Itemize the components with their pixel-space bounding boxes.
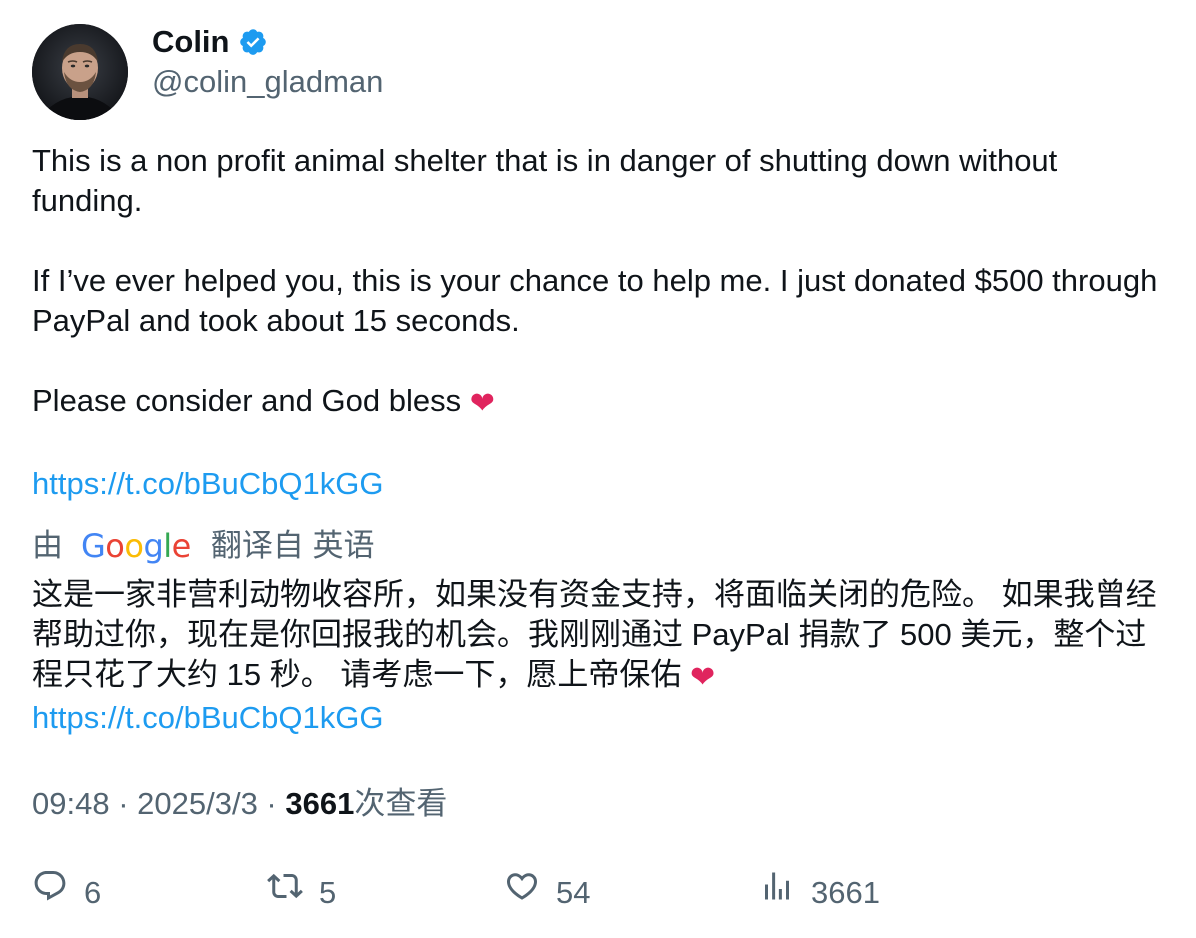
like-count: 54 [556,875,591,910]
verified-badge-icon [238,27,268,57]
heart-icon [504,868,540,918]
author-handle[interactable]: @colin_gladman [152,62,383,102]
translation-prefix: 由 [32,528,63,563]
analytics-icon [759,868,795,918]
heart-emoji-icon: ❤ [469,387,495,420]
translation-attribution: 由 Google 翻译自 英语 [32,526,374,566]
reply-count: 6 [84,875,102,910]
views-button[interactable]: 3661 [759,868,880,918]
avatar-image [32,24,128,120]
translated-paragraph: 这是一家非营利动物收容所，如果没有资金支持，将面临关闭的危险。 如果我曾经帮助过… [32,575,1172,698]
avatar[interactable] [32,24,128,120]
meta-separator-2: · [257,786,286,821]
tweet-paragraph-3: Please consider and God bless ❤ [32,381,1167,424]
tweet-link[interactable]: https://t.co/bBuCbQ1kGG [32,466,384,501]
tweet-paragraph-3-text: Please consider and God bless [32,383,462,418]
views-count: 3661 [285,786,355,821]
retweet-button[interactable]: 5 [267,868,336,918]
tweet-date[interactable]: 2025/3/3 [137,786,258,821]
tweet-body: This is a non profit animal shelter that… [32,141,1167,504]
translated-text: 这是一家非营利动物收容所，如果没有资金支持，将面临关闭的危险。 如果我曾经帮助过… [32,575,1172,738]
display-name[interactable]: Colin [152,22,230,62]
translated-body: 这是一家非营利动物收容所，如果没有资金支持，将面临关闭的危险。 如果我曾经帮助过… [32,577,1157,692]
views-label: 次查看 [354,786,448,821]
reply-icon [32,868,68,918]
views-action-count: 3661 [811,875,880,910]
reply-button[interactable]: 6 [32,868,101,918]
google-logo-icon[interactable]: Google [81,526,191,566]
tweet-time[interactable]: 09:48 [32,786,110,821]
tweet-paragraph-2: If I’ve ever helped you, this is your ch… [32,263,1166,338]
tweet-paragraph-1: This is a non profit animal shelter that… [32,143,1066,218]
tweet-card: Colin @colin_gladman This is a non profi… [0,0,1196,938]
action-bar: 6 5 54 3661 [32,868,1172,916]
author-name-row: Colin [152,22,268,62]
translation-suffix: 翻译自 英语 [210,528,375,563]
translated-link[interactable]: https://t.co/bBuCbQ1kGG [32,700,384,735]
retweet-count: 5 [319,875,337,910]
meta-separator-1: · [109,786,138,821]
like-button[interactable]: 54 [504,868,590,918]
tweet-meta: 09:48 · 2025/3/3 · 3661次查看 [32,784,447,824]
retweet-icon [267,868,303,918]
translated-heart-emoji-icon: ❤ [689,661,716,694]
